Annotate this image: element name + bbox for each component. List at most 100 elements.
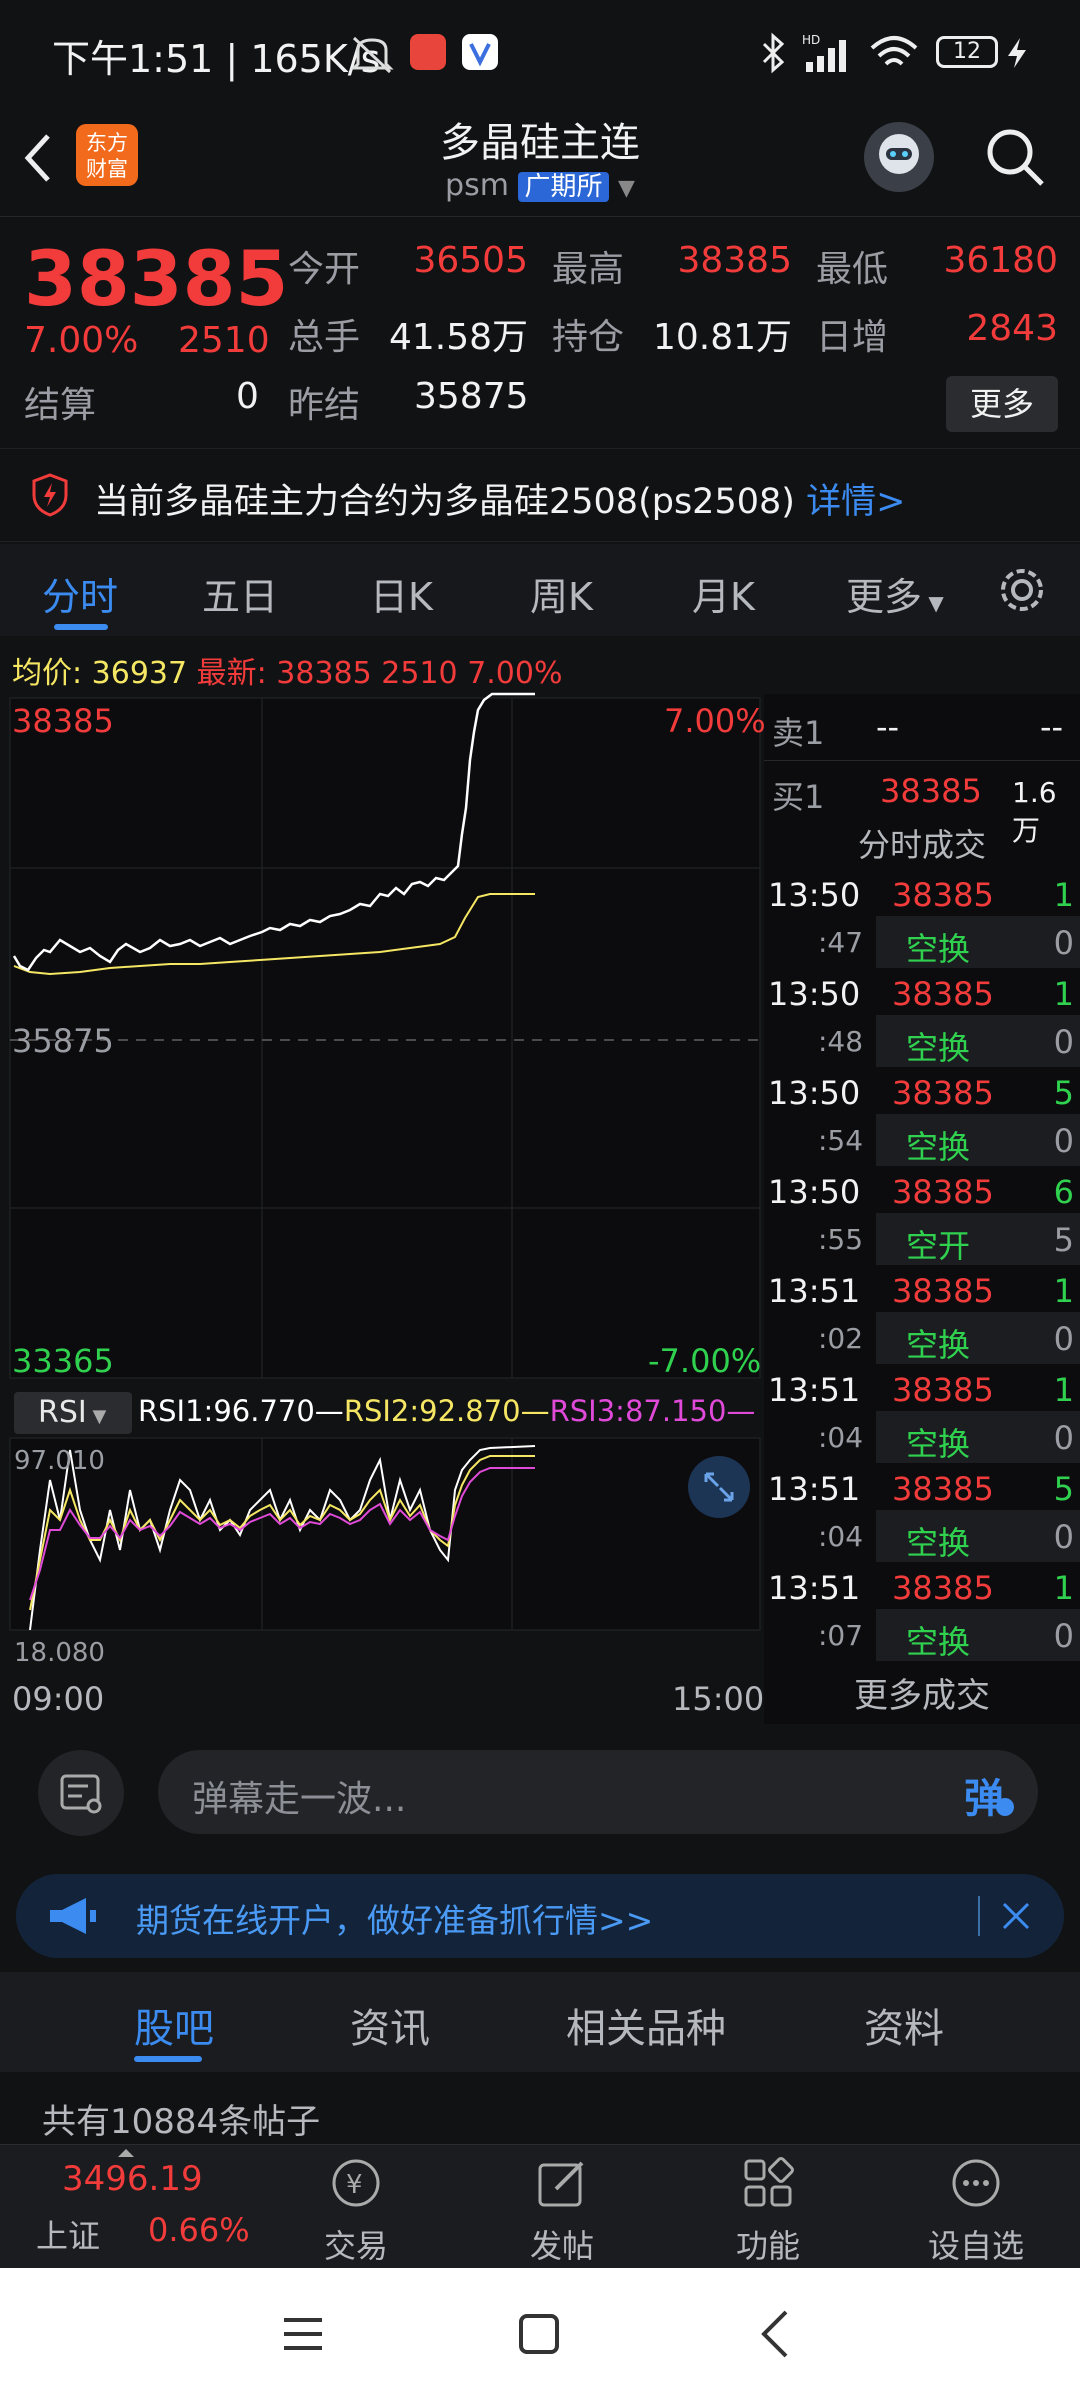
app-notification-icon — [410, 34, 446, 70]
expand-chart-button[interactable] — [688, 1456, 750, 1518]
trade-price: 38385 — [892, 1470, 994, 1508]
trade-time: 13:51 — [768, 1470, 861, 1508]
indicator-selector[interactable]: RSI ▼ — [14, 1392, 132, 1434]
post-count: 共有10884条帖子 — [42, 2102, 321, 2142]
svg-text:HD: HD — [802, 33, 820, 47]
svg-text:¥: ¥ — [346, 2170, 363, 2200]
notice-bar[interactable]: 当前多晶硅主力合约为多晶硅2508(ps2508) 详情> — [0, 448, 1080, 542]
open-label: 今开 — [288, 249, 361, 290]
nav-add-watchlist-label: 设自选 — [927, 2227, 1024, 2265]
oi-value: 10.81万 — [652, 317, 792, 358]
avg-value: 36937 — [91, 656, 188, 691]
danmu-settings-button[interactable] — [38, 1750, 124, 1836]
tab-five-day[interactable]: 五日 — [202, 566, 278, 621]
tab-forum[interactable]: 股吧 — [134, 1996, 214, 2054]
tab-monthly-k[interactable]: 月K — [692, 566, 755, 621]
edit-icon — [538, 2161, 584, 2207]
trade-seconds: :02 — [818, 1322, 864, 1355]
danmu-input[interactable]: 弹幕走一波... — [158, 1750, 1038, 1834]
trade-type: 空换 — [906, 1623, 971, 1661]
bid-label: 买1 — [772, 778, 825, 816]
trade-volume-change: 0 — [1053, 924, 1074, 962]
nav-post[interactable]: 发帖 — [492, 2145, 632, 2269]
rsi3-value: RSI3:87.150— — [549, 1394, 756, 1428]
oi-label: 持仓 — [552, 317, 625, 358]
menu-icon[interactable] — [280, 2312, 326, 2356]
indicator-name: RSI — [38, 1395, 87, 1430]
trade-time: 13:51 — [768, 1569, 861, 1607]
latest-change: 2510 — [381, 656, 458, 691]
y-axis-bottom: 33365 — [12, 1342, 114, 1380]
trade-price: 38385 — [892, 1272, 994, 1310]
last-price: 38385 — [24, 234, 289, 323]
trade-type: 空换 — [906, 1128, 971, 1166]
grid-icon — [744, 2157, 794, 2207]
ask-volume: -- — [1040, 708, 1064, 746]
trade-type: 空换 — [906, 1524, 971, 1562]
quote-panel: 38385 7.00% 2510 结算 0 今开 36505 最高 38385 … — [0, 216, 1080, 436]
shield-alert-icon — [32, 473, 68, 517]
back-nav-icon[interactable] — [756, 2308, 796, 2360]
trade-type: 空换 — [906, 1425, 971, 1463]
danmu-send-button[interactable]: 弹 — [942, 1752, 1036, 1832]
ad-banner[interactable]: 期货在线开户，做好准备抓行情>> — [16, 1874, 1064, 1958]
dropdown-icon: ▼ — [922, 591, 944, 615]
ad-text: 期货在线开户，做好准备抓行情>> — [136, 1901, 654, 1940]
nav-functions-label: 功能 — [735, 2227, 800, 2265]
home-icon[interactable] — [516, 2312, 562, 2356]
nav-add-watchlist[interactable]: 设自选 — [906, 2145, 1046, 2269]
trade-time: 13:51 — [768, 1272, 861, 1310]
index-value: 3496.19 — [62, 2159, 203, 2199]
trade-volume-change: 0 — [1053, 1518, 1074, 1556]
notice-text: 当前多晶硅主力合约为多晶硅2508(ps2508) 详情> — [94, 473, 905, 524]
megaphone-icon — [50, 1898, 96, 1934]
prev-settle-value: 35875 — [414, 376, 529, 417]
nav-functions[interactable]: 功能 — [698, 2145, 838, 2269]
tab-intraday[interactable]: 分时 — [42, 566, 118, 621]
more-trades-link[interactable]: 更多成交 — [764, 1668, 1080, 1717]
header: 东方财富 多晶硅主连 psm 广期所 ▼ — [0, 104, 1080, 217]
period-tabs: 分时 五日 日K 周K 月K 更多 ▼ — [0, 544, 1080, 636]
tab-more[interactable]: 更多 ▼ — [846, 566, 944, 621]
change-amount: 2510 — [178, 320, 270, 361]
tab-info[interactable]: 资料 — [864, 1996, 944, 2054]
trade-volume: 1 — [1053, 1272, 1074, 1310]
notice-detail-link[interactable]: 详情> — [806, 482, 905, 522]
tab-related[interactable]: 相关品种 — [566, 1996, 726, 2054]
volume-value: 41.58万 — [388, 317, 528, 358]
tab-news[interactable]: 资讯 — [350, 1996, 430, 2054]
danmu-placeholder: 弹幕走一波... — [192, 1779, 407, 1820]
trade-volume: 5 — [1053, 1074, 1074, 1112]
trade-seconds: :04 — [818, 1421, 864, 1454]
prev-settle-label: 昨结 — [288, 385, 361, 426]
daily-inc-value: 2843 — [966, 308, 1058, 349]
trade-volume-change: 0 — [1053, 1320, 1074, 1358]
trade-volume: 1 — [1053, 1569, 1074, 1607]
tab-weekly-k[interactable]: 周K — [530, 566, 593, 621]
pct-axis-top: 7.00% — [664, 702, 766, 740]
exchange-badge: 广期所 — [518, 172, 609, 202]
close-icon[interactable] — [996, 1896, 1036, 1936]
tab-daily-k[interactable]: 日K — [370, 566, 433, 621]
search-icon[interactable] — [982, 124, 1048, 190]
more-button[interactable]: 更多 — [946, 376, 1058, 432]
nav-trade[interactable]: ¥ 交易 — [286, 2145, 426, 2269]
trade-seconds: :04 — [818, 1520, 864, 1553]
danmu-settings-icon — [60, 1774, 102, 1814]
settings-gear-icon[interactable] — [996, 564, 1048, 616]
trade-seconds: :55 — [818, 1223, 864, 1256]
robot-assistant-icon[interactable] — [864, 122, 934, 192]
trades-title: 分时成交 — [857, 826, 986, 864]
trade-volume: 1 — [1053, 1371, 1074, 1409]
trade-price: 38385 — [892, 876, 994, 914]
trade-price: 38385 — [892, 1371, 994, 1409]
intraday-chart[interactable] — [0, 690, 762, 1720]
time-start: 09:00 — [12, 1680, 105, 1718]
trade-volume-change: 0 — [1053, 1617, 1074, 1655]
y-axis-mid: 35875 — [12, 1022, 114, 1060]
trade-volume-change: 0 — [1053, 1419, 1074, 1457]
index-ticker[interactable]: 3496.19 上证 0.66% — [0, 2145, 280, 2269]
status-time: 下午1:51 | 165K/s — [52, 37, 381, 81]
bid-price: 38385 — [880, 772, 982, 810]
settle-label: 结算 — [24, 385, 97, 426]
